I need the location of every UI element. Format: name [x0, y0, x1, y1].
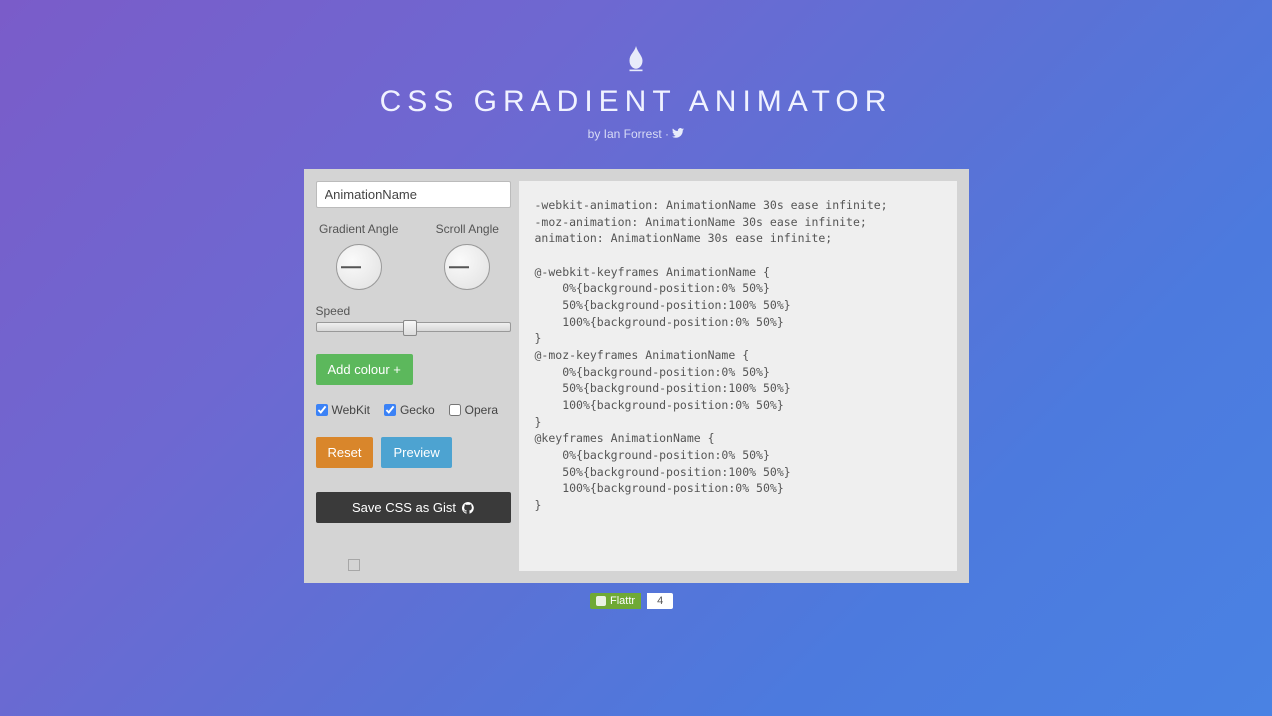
gecko-checkbox[interactable] [384, 404, 396, 416]
opera-checkbox[interactable] [449, 404, 461, 416]
save-gist-button[interactable]: Save CSS as Gist [316, 492, 511, 523]
speed-label: Speed [316, 304, 511, 318]
webkit-checkbox[interactable] [316, 404, 328, 416]
flattr-button[interactable]: Flattr [590, 593, 641, 609]
gecko-checkbox-label[interactable]: Gecko [384, 403, 435, 417]
main-panel: Gradient Angle Scroll Angle Speed Add co… [304, 169, 969, 583]
gradient-angle-label: Gradient Angle [316, 222, 403, 236]
author-link[interactable]: Ian Forrest [604, 127, 662, 141]
byline: by Ian Forrest · [0, 127, 1272, 141]
animation-name-input[interactable] [316, 181, 511, 208]
action-buttons: Reset Preview [316, 437, 511, 468]
opera-text: Opera [465, 403, 498, 417]
gist-label: Save CSS as Gist [352, 500, 456, 515]
scroll-angle-dial[interactable] [444, 244, 490, 290]
gecko-text: Gecko [400, 403, 435, 417]
gradient-angle-group: Gradient Angle [316, 222, 403, 290]
flame-logo-icon [626, 46, 646, 72]
flattr-label: Flattr [610, 595, 635, 607]
reset-button[interactable]: Reset [316, 437, 374, 468]
controls-column: Gradient Angle Scroll Angle Speed Add co… [316, 181, 511, 571]
add-colour-button[interactable]: Add colour + [316, 354, 413, 385]
speed-slider[interactable] [316, 322, 511, 332]
gradient-angle-dial[interactable] [336, 244, 382, 290]
webkit-checkbox-label[interactable]: WebKit [316, 403, 370, 417]
flattr-widget[interactable]: Flattr 4 [590, 593, 682, 609]
speed-slider-thumb[interactable] [403, 320, 417, 336]
byline-prefix: by [588, 127, 604, 141]
twitter-icon [672, 128, 684, 138]
angle-dials: Gradient Angle Scroll Angle [316, 222, 511, 290]
scroll-angle-label: Scroll Angle [424, 222, 511, 236]
opera-checkbox-label[interactable]: Opera [449, 403, 498, 417]
ad-placeholder-icon [348, 559, 360, 571]
css-output[interactable]: -webkit-animation: AnimationName 30s eas… [519, 181, 957, 571]
twitter-link[interactable] [672, 127, 684, 141]
webkit-text: WebKit [332, 403, 370, 417]
page-title: CSS GRADIENT ANIMATOR [0, 85, 1272, 119]
byline-separator: · [662, 127, 673, 141]
flattr-icon [596, 596, 606, 606]
github-icon [462, 502, 474, 514]
scroll-angle-group: Scroll Angle [424, 222, 511, 290]
vendor-checkboxes: WebKit Gecko Opera [316, 403, 511, 417]
page-header: CSS GRADIENT ANIMATOR by Ian Forrest · [0, 0, 1272, 141]
preview-button[interactable]: Preview [381, 437, 451, 468]
flattr-count: 4 [647, 593, 673, 609]
